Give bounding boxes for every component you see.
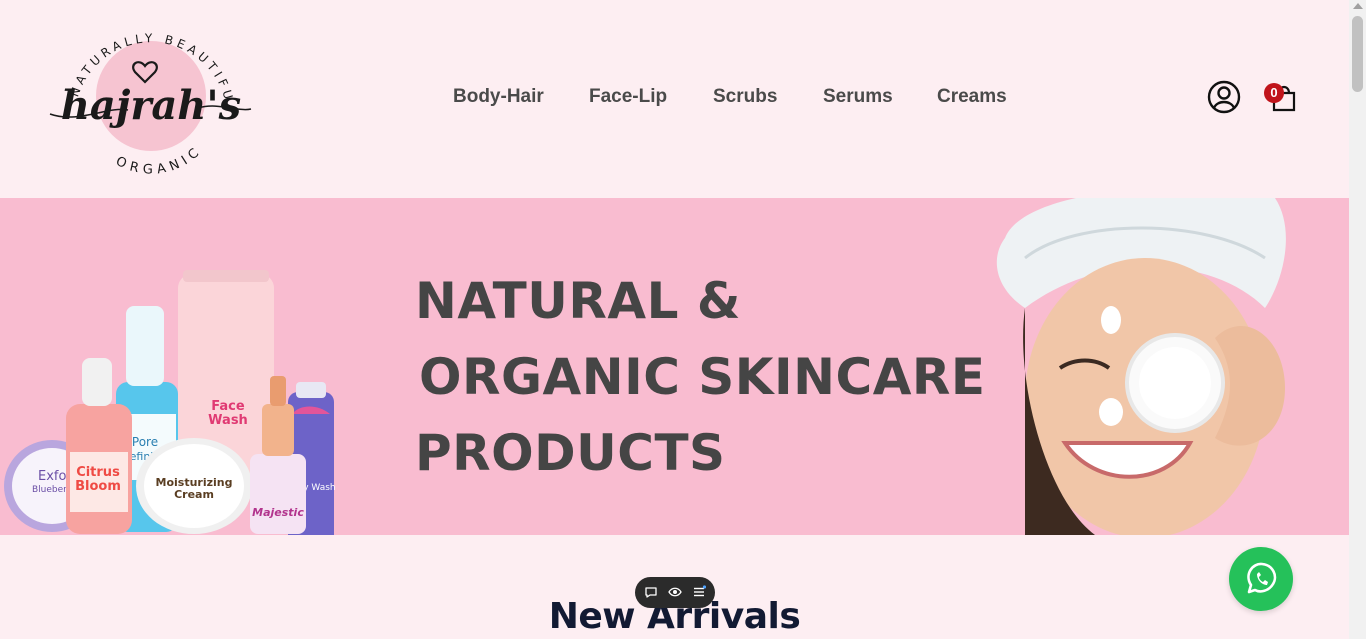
nav-item-serums[interactable]: Serums <box>823 86 893 108</box>
nav-item-scrubs[interactable]: Scrubs <box>713 86 777 108</box>
product-group-image: ody Wash Face Wash Pore efinin Exfol Blu… <box>4 270 336 535</box>
main-nav: Body-Hair Face-Lip Scrubs Serums Creams <box>0 86 1349 110</box>
whatsapp-chat-button[interactable] <box>1229 547 1293 611</box>
hero-headline-line1: NATURAL & <box>415 272 741 330</box>
eye-icon[interactable] <box>668 585 682 599</box>
scroll-up-arrow-icon[interactable] <box>1353 3 1363 9</box>
svg-text:Exfol: Exfol <box>38 469 70 484</box>
svg-text:Cream: Cream <box>174 488 214 501</box>
svg-text:Bloom: Bloom <box>75 479 121 494</box>
model-photo <box>985 198 1349 535</box>
floating-toolbar <box>635 577 715 608</box>
svg-text:Pore: Pore <box>132 435 158 449</box>
user-circle-icon[interactable] <box>1207 80 1241 114</box>
page-scrollbar[interactable] <box>1349 0 1366 639</box>
nav-item-body-hair[interactable]: Body-Hair <box>453 86 544 108</box>
hero-headline-line2: ORGANIC SKINCARE <box>419 348 986 406</box>
svg-text:Wash: Wash <box>208 413 248 428</box>
chat-icon[interactable] <box>644 585 658 599</box>
menu-icon[interactable] <box>692 585 706 599</box>
hero-headline-line3: PRODUCTS <box>415 424 726 482</box>
nav-item-creams[interactable]: Creams <box>937 86 1007 108</box>
svg-text:Face: Face <box>211 399 245 414</box>
nav-item-face-lip[interactable]: Face-Lip <box>589 86 667 108</box>
hero-banner[interactable]: ody Wash Face Wash Pore efinin Exfol Blu… <box>0 198 1349 535</box>
whatsapp-icon <box>1247 562 1277 594</box>
svg-text:Citrus: Citrus <box>76 465 120 480</box>
svg-text:Blueberr: Blueberr <box>32 485 71 495</box>
svg-text:Majestic: Majestic <box>252 506 304 519</box>
site-header: hajrah's NATURALLY BEAUTIFUL ORGANIC Bod… <box>0 0 1349 198</box>
cart-count-badge: 0 <box>1264 83 1284 103</box>
scrollbar-thumb[interactable] <box>1352 16 1363 92</box>
